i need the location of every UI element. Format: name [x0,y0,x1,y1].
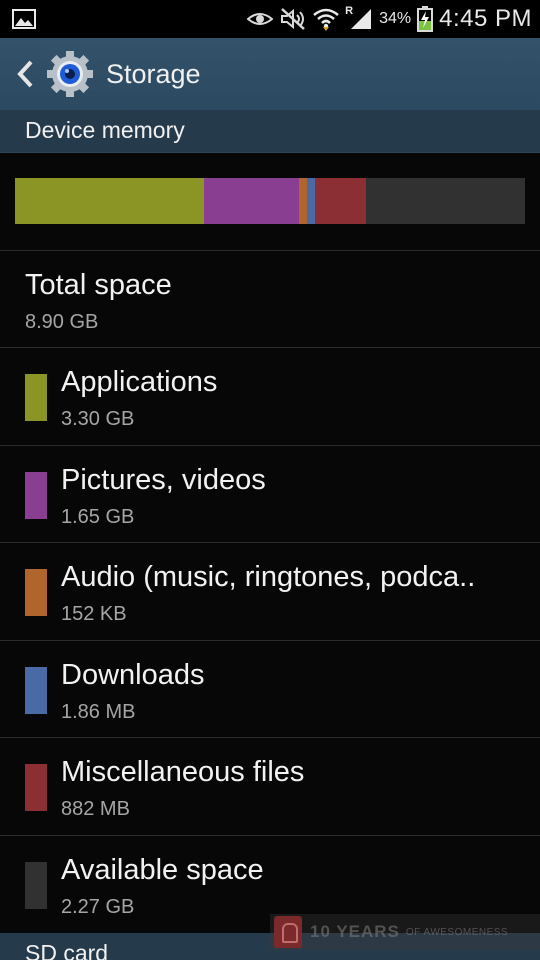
storage-row-applications[interactable]: Applications 3.30 GB [0,347,540,445]
usage-segment-miscellaneous-files [315,178,367,224]
row-value: 3.30 GB [61,408,135,430]
row-value: 882 MB [61,798,130,820]
row-value: 1.65 GB [61,506,135,528]
storage-row-miscellaneous[interactable]: Miscellaneous files 882 MB [0,737,540,835]
roaming-label: R [345,5,354,17]
usage-segment-downloads [307,178,316,224]
row-title: Downloads [61,659,205,691]
usage-segment-pictures-videos [203,178,300,224]
watermark: 10 YEARS OF AWESOMENESS [270,914,540,950]
available-color-swatch [25,862,47,909]
device-memory-label: Device memory [25,117,185,143]
sd-card-label: SD card [25,940,109,960]
misc-color-swatch [25,764,47,811]
mute-icon [279,7,307,31]
action-bar: Storage [0,38,540,110]
storage-row-total-space[interactable]: Total space 8.90 GB [0,250,540,348]
storage-row-pictures-videos[interactable]: Pictures, videos 1.65 GB [0,445,540,543]
row-title: Miscellaneous files [61,756,305,788]
applications-color-swatch [25,374,47,421]
row-title: Available space [61,854,264,886]
page-title: Storage [106,59,201,89]
row-title: Applications [61,366,218,398]
watermark-logo-icon [274,916,302,948]
gallery-icon [12,9,36,29]
watermark-text: 10 YEARS [310,922,400,941]
row-value: 2.27 GB [61,896,135,918]
device-memory-header: Device memory [0,110,540,153]
storage-usage-bar [15,178,525,224]
storage-row-downloads[interactable]: Downloads 1.86 MB [0,640,540,738]
wifi-icon [313,7,339,31]
row-title: Total space [25,269,172,301]
audio-color-swatch [25,569,47,616]
battery-charging-icon [417,6,434,32]
storage-screen: R 34% 4:45 PM Storage Device memory Tota… [0,0,540,960]
signal-icon: R [345,5,373,30]
pictures-color-swatch [25,472,47,519]
chevron-left-icon [17,60,33,88]
settings-gear-icon[interactable] [45,49,95,104]
row-title: Audio (music, ringtones, podca.. [61,561,476,593]
back-button[interactable] [8,56,42,92]
usage-segment-audio [299,178,308,224]
row-value: 8.90 GB [25,311,99,333]
downloads-color-swatch [25,667,47,714]
usage-segment-available-space [366,178,525,224]
row-value: 152 KB [61,603,127,625]
row-title: Pictures, videos [61,464,266,496]
usage-segment-applications [15,178,204,224]
watermark-subtext: OF AWESOMENESS [405,926,509,938]
row-value: 1.86 MB [61,701,136,723]
storage-row-audio[interactable]: Audio (music, ringtones, podca.. 152 KB [0,542,540,640]
battery-percent: 34% [379,10,412,27]
status-bar: R 34% 4:45 PM [0,0,540,38]
eye-icon [247,9,274,29]
status-time: 4:45 PM [439,5,532,32]
